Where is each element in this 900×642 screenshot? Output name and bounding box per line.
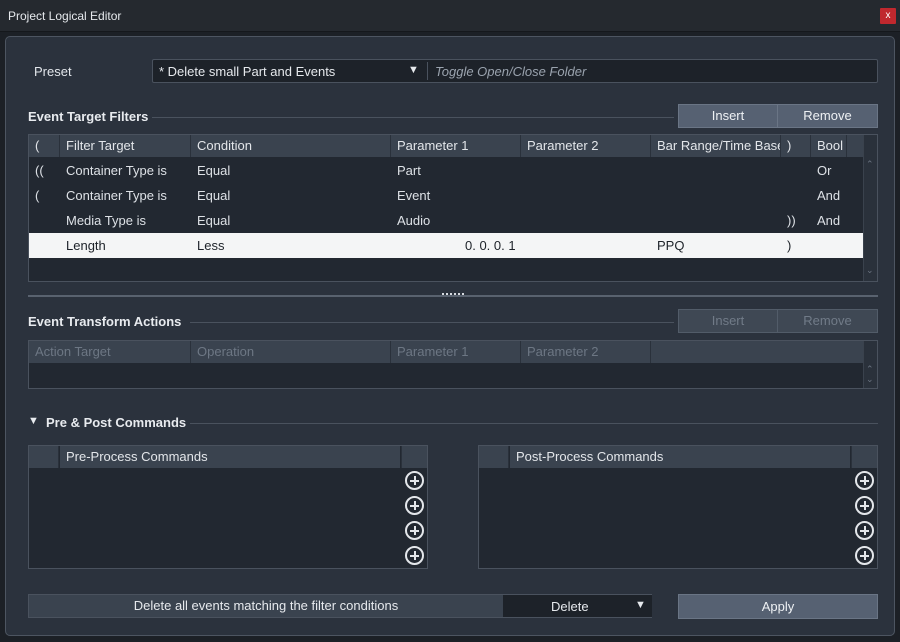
filters-insert-button[interactable]: Insert — [678, 104, 778, 128]
section-divider — [190, 423, 878, 424]
filters-table-header: ( Filter Target Condition Parameter 1 Pa… — [29, 135, 863, 157]
function-description: Delete all events matching the filter co… — [133, 598, 399, 613]
post-header-spacer — [851, 446, 877, 468]
cell-filter-target[interactable]: Length — [66, 233, 106, 258]
function-bar: Delete all events matching the filter co… — [28, 594, 652, 618]
column-header-operation[interactable]: Operation — [191, 341, 391, 363]
preset-comment-field[interactable]: Toggle Open/Close Folder — [435, 64, 586, 79]
add-post-command-icon[interactable] — [855, 521, 874, 540]
window-title: Project Logical Editor — [8, 9, 122, 23]
collapse-arrow-icon[interactable]: ▼ — [28, 415, 39, 427]
column-header-open-paren[interactable]: ( — [29, 135, 60, 157]
column-header-bool[interactable]: Bool — [811, 135, 847, 157]
table-row-selected[interactable]: Length Less 0. 0. 0. 1 PPQ ) — [29, 233, 863, 258]
cell-open-paren[interactable]: (( — [35, 158, 44, 183]
cell-condition[interactable]: Equal — [197, 158, 230, 183]
column-header-spacer — [847, 135, 863, 157]
cell-bool[interactable]: Or — [817, 158, 831, 183]
table-row[interactable]: ( Container Type is Equal Event And — [29, 183, 863, 208]
filters-scrollbar[interactable]: ⌃ ⌄ — [863, 135, 877, 281]
cell-close-paren[interactable]: )) — [787, 208, 796, 233]
add-pre-command-icon[interactable] — [405, 546, 424, 565]
post-process-commands: Post-Process Commands — [478, 445, 878, 569]
actions-section-title: Event Transform Actions — [28, 314, 182, 329]
apply-button[interactable]: Apply — [678, 594, 878, 619]
filters-table: ( Filter Target Condition Parameter 1 Pa… — [28, 134, 878, 282]
pre-process-commands: Pre-Process Commands — [28, 445, 428, 569]
actions-scrollbar[interactable]: ⌃ ⌄ — [863, 341, 877, 388]
actions-remove-button[interactable]: Remove — [777, 309, 878, 333]
section-divider — [190, 322, 674, 323]
drag-handle-icon[interactable] — [442, 293, 464, 295]
cell-bar-range[interactable]: PPQ — [657, 233, 684, 258]
column-header-filter-target[interactable]: Filter Target — [60, 135, 191, 157]
chevron-down-icon[interactable]: ▼ — [408, 64, 419, 76]
table-row[interactable]: Media Type is Equal Audio )) And — [29, 208, 863, 233]
post-header: Post-Process Commands — [510, 446, 850, 468]
cell-filter-target[interactable]: Container Type is — [66, 183, 167, 208]
column-header-bar-range[interactable]: Bar Range/Time Base — [651, 135, 781, 157]
cell-parameter-1[interactable]: Event — [397, 183, 430, 208]
cell-parameter-1[interactable]: Part — [397, 158, 421, 183]
commands-section-title[interactable]: Pre & Post Commands — [46, 415, 186, 430]
post-header-spacer — [479, 446, 509, 468]
cell-bool[interactable]: And — [817, 183, 840, 208]
filters-remove-button[interactable]: Remove — [777, 104, 878, 128]
cell-open-paren[interactable]: ( — [35, 183, 39, 208]
table-row[interactable]: (( Container Type is Equal Part Or — [29, 158, 863, 183]
close-button[interactable]: x — [880, 8, 896, 24]
add-pre-command-icon[interactable] — [405, 496, 424, 515]
function-value[interactable]: Delete — [551, 599, 589, 614]
preset-label: Preset — [34, 64, 72, 79]
preset-select[interactable]: * Delete small Part and Events — [159, 64, 335, 79]
column-header-parameter-2[interactable]: Parameter 2 — [521, 341, 651, 363]
cell-condition[interactable]: Equal — [197, 183, 230, 208]
function-select[interactable]: Delete ▼ — [503, 595, 652, 617]
cell-condition[interactable]: Less — [197, 233, 224, 258]
scroll-up-icon[interactable]: ⌃ — [866, 159, 874, 170]
preset-field[interactable]: * Delete small Part and Events ▼ Toggle … — [152, 59, 878, 83]
add-pre-command-icon[interactable] — [405, 521, 424, 540]
divider — [427, 62, 428, 80]
cell-filter-target[interactable]: Container Type is — [66, 158, 167, 183]
pre-header-spacer — [29, 446, 59, 468]
pre-header-spacer — [401, 446, 427, 468]
column-header-condition[interactable]: Condition — [191, 135, 391, 157]
section-divider — [152, 117, 674, 118]
cell-parameter-1[interactable]: 0. 0. 0. 1 — [465, 233, 516, 258]
column-header-spacer — [651, 341, 863, 363]
add-post-command-icon[interactable] — [855, 546, 874, 565]
add-pre-command-icon[interactable] — [405, 471, 424, 490]
post-process-title: Post-Process Commands — [516, 449, 664, 464]
scroll-down-icon[interactable]: ⌄ — [866, 374, 874, 385]
cell-filter-target[interactable]: Media Type is — [66, 208, 146, 233]
actions-insert-button[interactable]: Insert — [678, 309, 778, 333]
title-bar: Project Logical Editor x — [0, 0, 900, 32]
cell-bool[interactable]: And — [817, 208, 840, 233]
chevron-down-icon[interactable]: ▼ — [635, 599, 646, 611]
cell-condition[interactable]: Equal — [197, 208, 230, 233]
cell-close-paren[interactable]: ) — [787, 233, 791, 258]
column-header-parameter-1[interactable]: Parameter 1 — [391, 341, 521, 363]
panel-splitter[interactable] — [28, 293, 878, 297]
cell-parameter-1[interactable]: Audio — [397, 208, 430, 233]
add-post-command-icon[interactable] — [855, 471, 874, 490]
pre-process-title: Pre-Process Commands — [66, 449, 208, 464]
filters-section-title: Event Target Filters — [28, 109, 149, 124]
column-header-close-paren[interactable]: ) — [781, 135, 811, 157]
column-header-parameter-2[interactable]: Parameter 2 — [521, 135, 651, 157]
column-header-parameter-1[interactable]: Parameter 1 — [391, 135, 521, 157]
add-post-command-icon[interactable] — [855, 496, 874, 515]
scroll-down-icon[interactable]: ⌄ — [866, 265, 874, 276]
actions-table-header: Action Target Operation Parameter 1 Para… — [29, 341, 863, 363]
pre-header: Pre-Process Commands — [60, 446, 400, 468]
editor-panel: Preset * Delete small Part and Events ▼ … — [5, 36, 895, 636]
actions-table: Action Target Operation Parameter 1 Para… — [28, 340, 878, 389]
column-header-action-target[interactable]: Action Target — [29, 341, 191, 363]
